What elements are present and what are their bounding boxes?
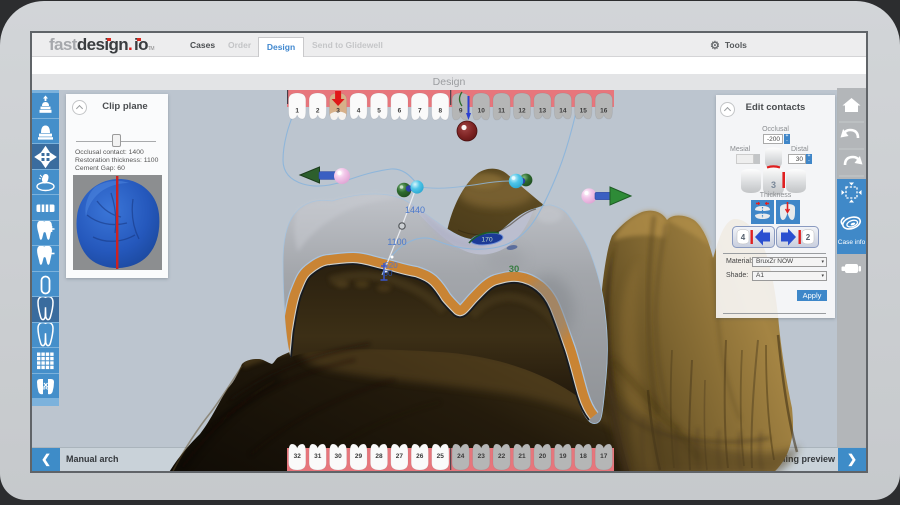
svg-text:2: 2 — [806, 233, 811, 242]
svg-text:1100: 1100 — [387, 237, 406, 247]
svg-text:3: 3 — [771, 180, 776, 190]
svg-text:Case info: Case info — [838, 239, 866, 246]
svg-text:4: 4 — [741, 233, 746, 242]
svg-text:1440: 1440 — [405, 205, 425, 215]
svg-text:30: 30 — [509, 264, 520, 275]
svg-text:60: 60 — [384, 269, 393, 278]
